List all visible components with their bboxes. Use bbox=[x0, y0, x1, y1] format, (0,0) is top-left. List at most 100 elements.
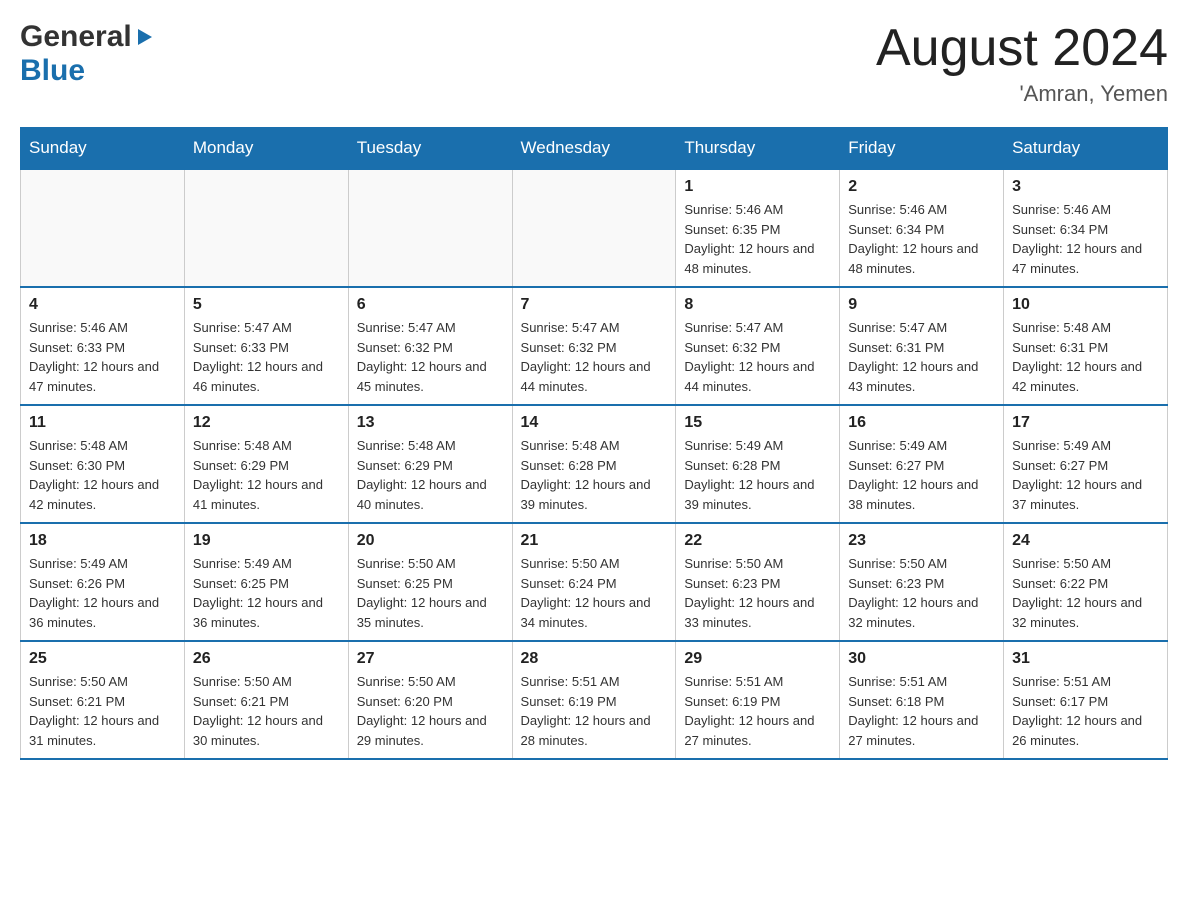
logo-general: General bbox=[20, 20, 152, 54]
logo-blue: Blue bbox=[20, 54, 85, 88]
day-info: Sunrise: 5:48 AMSunset: 6:29 PMDaylight:… bbox=[193, 436, 340, 514]
logo: General Blue bbox=[20, 20, 152, 88]
day-cell-3-2: 12 Sunrise: 5:48 AMSunset: 6:29 PMDayligh… bbox=[184, 405, 348, 523]
week-row-4: 18 Sunrise: 5:49 AMSunset: 6:26 PMDayligh… bbox=[21, 523, 1168, 641]
day-info: Sunrise: 5:49 AMSunset: 6:28 PMDaylight:… bbox=[684, 436, 831, 514]
day-info: Sunrise: 5:49 AMSunset: 6:27 PMDaylight:… bbox=[848, 436, 995, 514]
day-number: 21 bbox=[521, 532, 668, 550]
col-sunday: Sunday bbox=[21, 128, 185, 170]
day-cell-5-3: 27Sunrise: 5:50 AMSunset: 6:20 PMDayligh… bbox=[348, 641, 512, 759]
day-cell-4-7: 24 Sunrise: 5:50 AMSunset: 6:22 PMDayligh… bbox=[1004, 523, 1168, 641]
day-info: Sunrise: 5:48 AMSunset: 6:29 PMDaylight:… bbox=[357, 436, 504, 514]
day-cell-2-5: 8 Sunrise: 5:47 AMSunset: 6:32 PMDaylight… bbox=[676, 287, 840, 405]
day-number: 31 bbox=[1012, 650, 1159, 668]
day-number: 22 bbox=[684, 532, 831, 550]
week-row-3: 11 Sunrise: 5:48 AMSunset: 6:30 PMDayligh… bbox=[21, 405, 1168, 523]
day-info: Sunrise: 5:50 AMSunset: 6:24 PMDaylight:… bbox=[521, 554, 668, 632]
day-number: 1 bbox=[684, 178, 831, 196]
week-row-1: 1 Sunrise: 5:46 AMSunset: 6:35 PMDaylight… bbox=[21, 169, 1168, 287]
col-friday: Friday bbox=[840, 128, 1004, 170]
day-info: Sunrise: 5:50 AMSunset: 6:20 PMDaylight:… bbox=[357, 672, 504, 750]
day-cell-1-1 bbox=[21, 169, 185, 287]
day-cell-2-2: 5Sunrise: 5:47 AMSunset: 6:33 PMDaylight… bbox=[184, 287, 348, 405]
day-cell-4-3: 20 Sunrise: 5:50 AMSunset: 6:25 PMDayligh… bbox=[348, 523, 512, 641]
day-number: 10 bbox=[1012, 296, 1159, 314]
month-title: August 2024 bbox=[876, 20, 1168, 77]
day-cell-5-6: 30 Sunrise: 5:51 AMSunset: 6:18 PMDayligh… bbox=[840, 641, 1004, 759]
day-cell-5-2: 26Sunrise: 5:50 AMSunset: 6:21 PMDayligh… bbox=[184, 641, 348, 759]
day-cell-1-6: 2Sunrise: 5:46 AMSunset: 6:34 PMDaylight… bbox=[840, 169, 1004, 287]
day-cell-1-2 bbox=[184, 169, 348, 287]
day-cell-2-1: 4 Sunrise: 5:46 AMSunset: 6:33 PMDaylight… bbox=[21, 287, 185, 405]
day-number: 23 bbox=[848, 532, 995, 550]
day-info: Sunrise: 5:49 AMSunset: 6:26 PMDaylight:… bbox=[29, 554, 176, 632]
day-cell-4-1: 18 Sunrise: 5:49 AMSunset: 6:26 PMDayligh… bbox=[21, 523, 185, 641]
day-cell-2-7: 10 Sunrise: 5:48 AMSunset: 6:31 PMDayligh… bbox=[1004, 287, 1168, 405]
day-cell-1-4 bbox=[512, 169, 676, 287]
day-info: Sunrise: 5:50 AMSunset: 6:23 PMDaylight:… bbox=[848, 554, 995, 632]
day-cell-4-4: 21 Sunrise: 5:50 AMSunset: 6:24 PMDayligh… bbox=[512, 523, 676, 641]
day-info: Sunrise: 5:50 AMSunset: 6:22 PMDaylight:… bbox=[1012, 554, 1159, 632]
day-number: 25 bbox=[29, 650, 176, 668]
col-monday: Monday bbox=[184, 128, 348, 170]
day-cell-3-5: 15 Sunrise: 5:49 AMSunset: 6:28 PMDayligh… bbox=[676, 405, 840, 523]
week-row-5: 25 Sunrise: 5:50 AMSunset: 6:21 PMDayligh… bbox=[21, 641, 1168, 759]
location: 'Amran, Yemen bbox=[876, 81, 1168, 107]
day-info: Sunrise: 5:49 AMSunset: 6:27 PMDaylight:… bbox=[1012, 436, 1159, 514]
day-number: 20 bbox=[357, 532, 504, 550]
col-tuesday: Tuesday bbox=[348, 128, 512, 170]
day-info: Sunrise: 5:50 AMSunset: 6:21 PMDaylight:… bbox=[193, 672, 340, 750]
day-cell-3-1: 11 Sunrise: 5:48 AMSunset: 6:30 PMDayligh… bbox=[21, 405, 185, 523]
day-info: Sunrise: 5:48 AMSunset: 6:30 PMDaylight:… bbox=[29, 436, 176, 514]
day-cell-3-7: 17Sunrise: 5:49 AMSunset: 6:27 PMDayligh… bbox=[1004, 405, 1168, 523]
day-number: 19 bbox=[193, 532, 340, 550]
calendar-header-row: Sunday Monday Tuesday Wednesday Thursday… bbox=[21, 128, 1168, 170]
day-info: Sunrise: 5:46 AMSunset: 6:34 PMDaylight:… bbox=[848, 200, 995, 278]
day-cell-4-2: 19 Sunrise: 5:49 AMSunset: 6:25 PMDayligh… bbox=[184, 523, 348, 641]
day-cell-5-5: 29Sunrise: 5:51 AMSunset: 6:19 PMDayligh… bbox=[676, 641, 840, 759]
day-info: Sunrise: 5:46 AMSunset: 6:33 PMDaylight:… bbox=[29, 318, 176, 396]
day-number: 4 bbox=[29, 296, 176, 314]
day-info: Sunrise: 5:50 AMSunset: 6:21 PMDaylight:… bbox=[29, 672, 176, 750]
day-number: 15 bbox=[684, 414, 831, 432]
day-cell-2-3: 6 Sunrise: 5:47 AMSunset: 6:32 PMDaylight… bbox=[348, 287, 512, 405]
day-info: Sunrise: 5:50 AMSunset: 6:23 PMDaylight:… bbox=[684, 554, 831, 632]
day-number: 8 bbox=[684, 296, 831, 314]
logo-triangle-icon bbox=[138, 29, 152, 45]
day-info: Sunrise: 5:48 AMSunset: 6:31 PMDaylight:… bbox=[1012, 318, 1159, 396]
day-cell-3-3: 13Sunrise: 5:48 AMSunset: 6:29 PMDayligh… bbox=[348, 405, 512, 523]
day-cell-1-3 bbox=[348, 169, 512, 287]
week-row-2: 4 Sunrise: 5:46 AMSunset: 6:33 PMDaylight… bbox=[21, 287, 1168, 405]
day-number: 14 bbox=[521, 414, 668, 432]
day-number: 18 bbox=[29, 532, 176, 550]
day-number: 12 bbox=[193, 414, 340, 432]
col-wednesday: Wednesday bbox=[512, 128, 676, 170]
day-cell-3-4: 14Sunrise: 5:48 AMSunset: 6:28 PMDayligh… bbox=[512, 405, 676, 523]
day-info: Sunrise: 5:50 AMSunset: 6:25 PMDaylight:… bbox=[357, 554, 504, 632]
calendar-table: Sunday Monday Tuesday Wednesday Thursday… bbox=[20, 127, 1168, 760]
day-number: 24 bbox=[1012, 532, 1159, 550]
day-number: 11 bbox=[29, 414, 176, 432]
day-cell-5-4: 28 Sunrise: 5:51 AMSunset: 6:19 PMDayligh… bbox=[512, 641, 676, 759]
day-info: Sunrise: 5:51 AMSunset: 6:19 PMDaylight:… bbox=[521, 672, 668, 750]
day-number: 30 bbox=[848, 650, 995, 668]
day-info: Sunrise: 5:47 AMSunset: 6:32 PMDaylight:… bbox=[684, 318, 831, 396]
page-header: General Blue August 2024 'Amran, Yemen bbox=[20, 20, 1168, 107]
day-number: 9 bbox=[848, 296, 995, 314]
day-info: Sunrise: 5:46 AMSunset: 6:34 PMDaylight:… bbox=[1012, 200, 1159, 278]
day-cell-2-6: 9Sunrise: 5:47 AMSunset: 6:31 PMDaylight… bbox=[840, 287, 1004, 405]
day-cell-1-7: 3Sunrise: 5:46 AMSunset: 6:34 PMDaylight… bbox=[1004, 169, 1168, 287]
day-number: 6 bbox=[357, 296, 504, 314]
day-cell-5-7: 31Sunrise: 5:51 AMSunset: 6:17 PMDayligh… bbox=[1004, 641, 1168, 759]
day-info: Sunrise: 5:51 AMSunset: 6:19 PMDaylight:… bbox=[684, 672, 831, 750]
day-info: Sunrise: 5:46 AMSunset: 6:35 PMDaylight:… bbox=[684, 200, 831, 278]
day-cell-4-5: 22 Sunrise: 5:50 AMSunset: 6:23 PMDayligh… bbox=[676, 523, 840, 641]
col-thursday: Thursday bbox=[676, 128, 840, 170]
day-number: 28 bbox=[521, 650, 668, 668]
day-number: 5 bbox=[193, 296, 340, 314]
day-info: Sunrise: 5:49 AMSunset: 6:25 PMDaylight:… bbox=[193, 554, 340, 632]
day-number: 16 bbox=[848, 414, 995, 432]
day-cell-4-6: 23 Sunrise: 5:50 AMSunset: 6:23 PMDayligh… bbox=[840, 523, 1004, 641]
day-info: Sunrise: 5:47 AMSunset: 6:32 PMDaylight:… bbox=[357, 318, 504, 396]
day-info: Sunrise: 5:51 AMSunset: 6:18 PMDaylight:… bbox=[848, 672, 995, 750]
